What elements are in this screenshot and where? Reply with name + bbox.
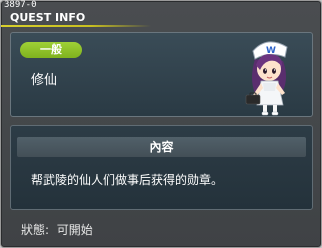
quest-info-window: 3897-0 QUEST INFO 一般 修仙 W 內容 帮武陵的仙人们做事后获… <box>0 0 322 248</box>
category-badge: 一般 <box>20 42 82 58</box>
description-header: 內容 <box>17 137 306 157</box>
title-underline <box>1 25 151 27</box>
quest-name: 修仙 <box>31 73 58 88</box>
nurse-npc-character-icon: W <box>245 41 288 116</box>
description-text: 帮武陵的仙人们做事后获得的勋章。 <box>31 173 224 187</box>
quest-summary-panel: 一般 修仙 W <box>10 32 313 117</box>
status-line: 狀態: 可開始 <box>21 223 93 237</box>
status-label: 狀態 <box>21 223 46 237</box>
window-title: QUEST INFO <box>10 11 86 24</box>
quest-id: 3897-0 <box>4 0 37 10</box>
description-panel: 內容 帮武陵的仙人们做事后获得的勋章。 <box>10 125 313 210</box>
status-value: 可開始 <box>56 223 93 237</box>
